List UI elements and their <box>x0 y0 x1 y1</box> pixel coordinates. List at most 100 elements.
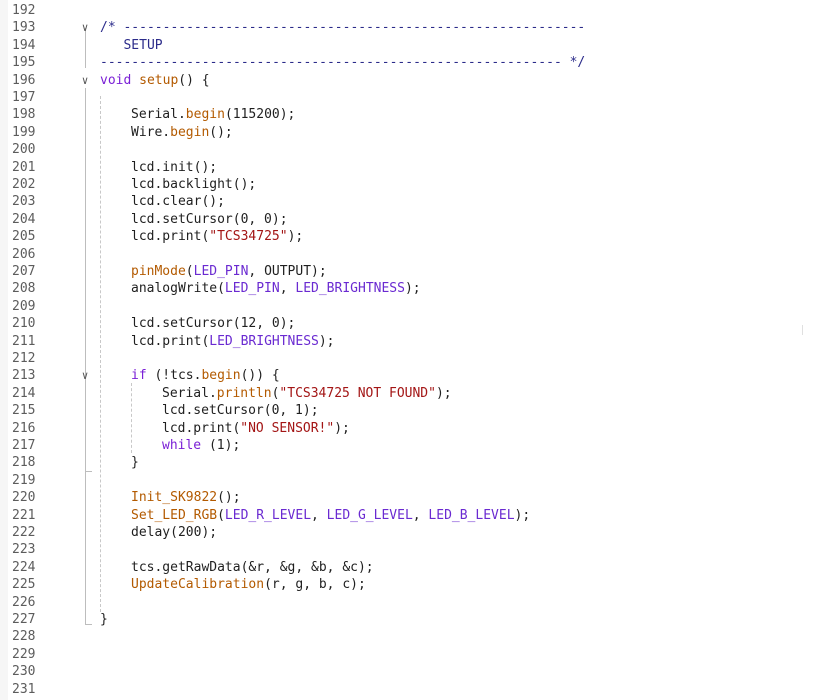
code-line[interactable]: 205 lcd.print("TCS34725"); <box>0 228 840 245</box>
line-code: lcd.setCursor(0, 1); <box>162 402 319 419</box>
code-token: ); <box>287 229 304 245</box>
code-token: /* -------------------------------------… <box>100 20 586 36</box>
line-number: 199 <box>12 124 36 140</box>
code-line[interactable]: 208 analogWrite(LED_PIN, LED_BRIGHTNESS); <box>0 280 840 297</box>
code-editor[interactable]: 192 193 ∨ /* ------------------------------… <box>0 0 840 700</box>
line-number: 230 <box>12 664 36 680</box>
line-number: 228 <box>12 629 36 645</box>
code-token: SETUP <box>100 37 163 53</box>
code-line[interactable]: 230 <box>0 663 840 680</box>
code-token: , <box>279 281 296 297</box>
line-code: SETUP <box>100 37 163 54</box>
line-code: lcd.setCursor(0, 0); <box>131 211 288 228</box>
code-line[interactable]: 215 lcd.setCursor(0, 1); <box>0 402 840 419</box>
code-line[interactable]: 202 lcd.backlight(); <box>0 176 840 193</box>
code-line[interactable]: 203 lcd.clear(); <box>0 193 840 210</box>
code-line[interactable]: 225 UpdateCalibration(r, g, b, c); <box>0 576 840 593</box>
code-token: begin <box>185 107 225 123</box>
fold-chevron-icon[interactable]: ∨ <box>79 367 91 384</box>
code-line[interactable]: 213 ∨ if (!tcs.begin()) { <box>0 367 840 384</box>
line-number: 212 <box>12 351 36 366</box>
code-token: lcd.setCursor(0, 0); <box>131 211 288 227</box>
line-code: lcd.print("TCS34725"); <box>131 228 303 245</box>
line-number: 225 <box>12 577 36 593</box>
code-token: (); <box>217 490 241 506</box>
code-token: delay(200); <box>131 525 218 540</box>
code-line[interactable]: 201 lcd.init(); <box>0 159 840 176</box>
line-code: Serial.begin(115200); <box>131 106 295 123</box>
code-line[interactable]: 219 <box>0 472 840 489</box>
code-token: lcd.clear(); <box>131 194 225 210</box>
line-number: 221 <box>12 507 36 523</box>
code-line[interactable]: 217 while (1); <box>0 437 840 454</box>
line-code: void setup() { <box>100 72 210 89</box>
code-token: lcd.print( <box>162 420 241 436</box>
code-line[interactable]: 229 <box>0 646 840 663</box>
code-line[interactable]: 212 <box>0 350 840 367</box>
code-token: lcd.print( <box>131 229 210 245</box>
code-line[interactable]: 195 -------------------------------------… <box>0 54 840 71</box>
line-code: delay(200); <box>131 524 217 541</box>
code-line[interactable]: 211 lcd.print(LED_BRIGHTNESS); <box>0 333 840 350</box>
line-number: 227 <box>12 612 36 627</box>
code-line[interactable]: 196 ∨ void setup() { <box>0 72 840 89</box>
code-line[interactable]: 222 delay(200); <box>0 524 840 541</box>
code-line[interactable]: 221 Set_LED_RGB(LED_R_LEVEL, LED_G_LEVEL,… <box>0 507 840 524</box>
line-code: UpdateCalibration(r, g, b, c); <box>131 576 366 593</box>
code-line[interactable]: 193 ∨ /* ---------------------------------… <box>0 19 840 36</box>
code-line[interactable]: 223 <box>0 541 840 558</box>
code-token: ----------------------------------------… <box>100 55 586 71</box>
line-number: 203 <box>12 194 36 210</box>
fold-chevron-icon[interactable]: ∨ <box>79 72 91 89</box>
code-token: } <box>100 612 108 627</box>
code-token: ); <box>404 281 421 297</box>
code-line[interactable]: 204 lcd.setCursor(0, 0); <box>0 211 840 228</box>
code-line[interactable]: 226 <box>0 594 840 611</box>
code-line[interactable]: 194 SETUP <box>0 37 840 54</box>
code-token: ( <box>185 264 194 279</box>
line-code: lcd.setCursor(12, 0); <box>131 315 295 332</box>
code-token: LED_R_LEVEL <box>224 507 312 523</box>
line-number: 226 <box>12 594 36 610</box>
code-line[interactable]: 199 Wire.begin(); <box>0 124 840 141</box>
line-number: 220 <box>12 490 36 506</box>
line-number: 208 <box>12 281 36 297</box>
line-code: lcd.clear(); <box>131 193 225 210</box>
code-token: LED_BRIGHTNESS <box>295 281 405 297</box>
code-token: "TCS34725" <box>209 229 288 245</box>
line-number: 210 <box>12 316 36 332</box>
code-line[interactable]: 214 Serial.println("TCS34725 NOT FOUND"); <box>0 385 840 402</box>
line-number: 219 <box>12 472 36 488</box>
code-line[interactable]: 192 <box>0 2 840 19</box>
line-number: 197 <box>12 90 36 105</box>
line-number: 214 <box>12 385 36 401</box>
code-line[interactable]: 207 pinMode(LED_PIN, OUTPUT); <box>0 263 840 280</box>
code-line[interactable]: 200 <box>0 141 840 158</box>
code-token: } <box>131 455 139 471</box>
fold-chevron-icon[interactable]: ∨ <box>79 19 91 36</box>
code-token: lcd.setCursor(0, 1); <box>162 403 319 419</box>
code-token: LED_PIN <box>224 281 280 297</box>
code-line[interactable]: 209 <box>0 298 840 315</box>
code-token: (); <box>209 124 233 140</box>
code-token: begin <box>201 368 241 384</box>
line-number: 216 <box>12 420 36 436</box>
code-token: Serial. <box>131 107 186 123</box>
code-token: "NO SENSOR!" <box>240 420 335 436</box>
code-line[interactable]: 197 <box>0 89 840 106</box>
code-token: ); <box>318 333 335 349</box>
code-line[interactable]: 206 <box>0 246 840 263</box>
code-line[interactable]: 210 lcd.setCursor(12, 0); <box>0 315 840 332</box>
code-line[interactable]: 228 <box>0 628 840 645</box>
code-line[interactable]: 227} <box>0 611 840 628</box>
code-line[interactable]: 220 Init_SK9822(); <box>0 489 840 506</box>
code-line[interactable]: 198 Serial.begin(115200); <box>0 106 840 123</box>
code-line[interactable]: 224 tcs.getRawData(&r, &g, &b, &c); <box>0 559 840 576</box>
code-token: if <box>131 368 147 384</box>
line-code: if (!tcs.begin()) { <box>131 367 280 384</box>
code-token: setup <box>139 72 179 88</box>
code-line[interactable]: 216 lcd.print("NO SENSOR!"); <box>0 420 840 437</box>
code-line[interactable]: 231 <box>0 681 840 698</box>
line-number: 223 <box>12 542 36 558</box>
code-line[interactable]: 218} <box>0 454 840 471</box>
